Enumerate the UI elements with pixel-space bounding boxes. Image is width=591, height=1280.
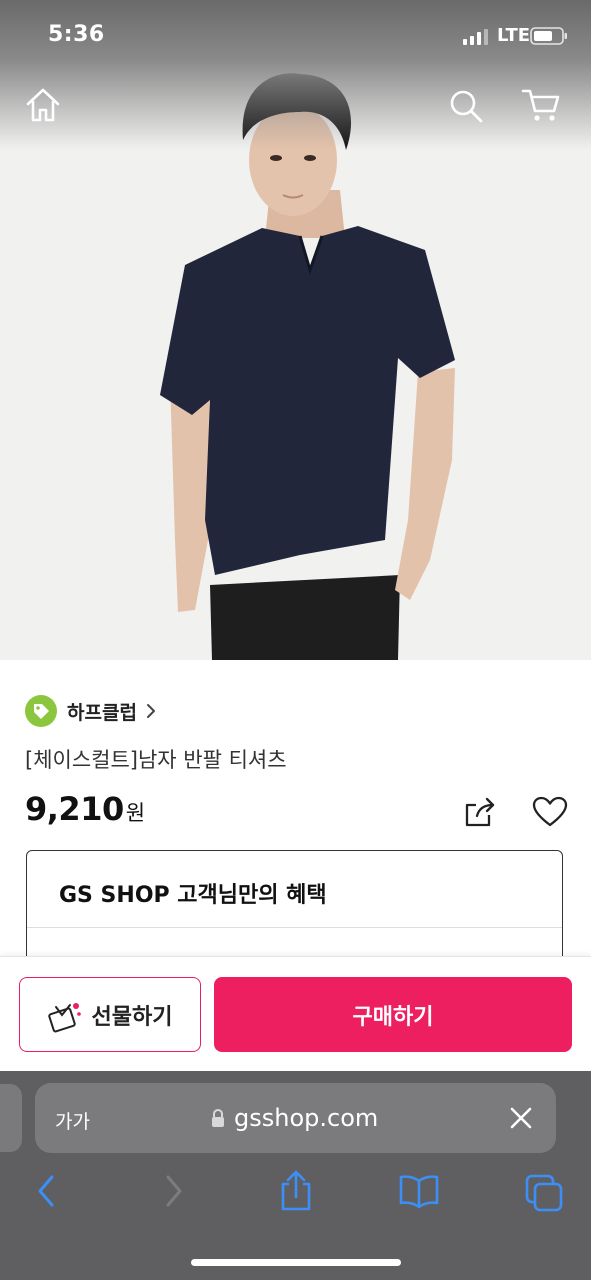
purchase-bar: 선물하기 구매하기 [0, 956, 591, 1072]
bookmarks-icon[interactable] [398, 1173, 440, 1209]
product-image[interactable] [0, 0, 591, 660]
cart-icon[interactable] [521, 87, 561, 123]
network-type: LTE [497, 25, 531, 46]
home-icon[interactable] [24, 86, 62, 124]
divider [27, 927, 562, 928]
chevron-right-icon [146, 704, 155, 718]
home-indicator [191, 1259, 401, 1266]
battery-icon [530, 27, 567, 45]
gift-icon [47, 1002, 81, 1032]
close-icon[interactable] [509, 1106, 533, 1130]
url-display[interactable]: gsshop.com [210, 1104, 378, 1132]
text-size-button[interactable]: 가가 [55, 1107, 90, 1134]
status-time: 5:36 [48, 22, 105, 47]
tabs-icon[interactable] [524, 1173, 564, 1213]
buy-label: 구매하기 [352, 1004, 434, 1030]
url-text: gsshop.com [234, 1104, 379, 1132]
share-sheet-icon[interactable] [278, 1169, 314, 1213]
tag-icon [25, 695, 57, 727]
benefit-title: GS SHOP 고객님만의 혜택 [59, 883, 327, 908]
previous-tab-preview[interactable] [0, 1084, 22, 1152]
price-value: 9,210 [25, 790, 124, 828]
product-title: [체이스컬트]남자 반팔 티셔츠 [25, 748, 287, 772]
back-icon[interactable] [32, 1171, 60, 1211]
share-icon[interactable] [463, 795, 497, 829]
forward-icon[interactable] [160, 1171, 188, 1211]
browser-toolbar: 가가 gsshop.com [0, 1071, 591, 1280]
search-icon[interactable] [448, 88, 484, 124]
brand-name: 하프클럽 [67, 701, 137, 724]
status-bar: 5:36 LTE [0, 0, 591, 70]
price-currency: 원 [125, 801, 146, 825]
product-price: 9,210원 [25, 790, 145, 828]
gift-label: 선물하기 [91, 1004, 173, 1030]
brand-link[interactable]: 하프클럽 [25, 694, 157, 728]
address-bar[interactable]: 가가 gsshop.com [35, 1083, 556, 1153]
gift-button[interactable]: 선물하기 [19, 977, 201, 1052]
signal-icon [463, 29, 488, 45]
heart-icon[interactable] [532, 796, 568, 828]
buy-button[interactable]: 구매하기 [214, 977, 572, 1052]
lock-icon [212, 1108, 224, 1127]
